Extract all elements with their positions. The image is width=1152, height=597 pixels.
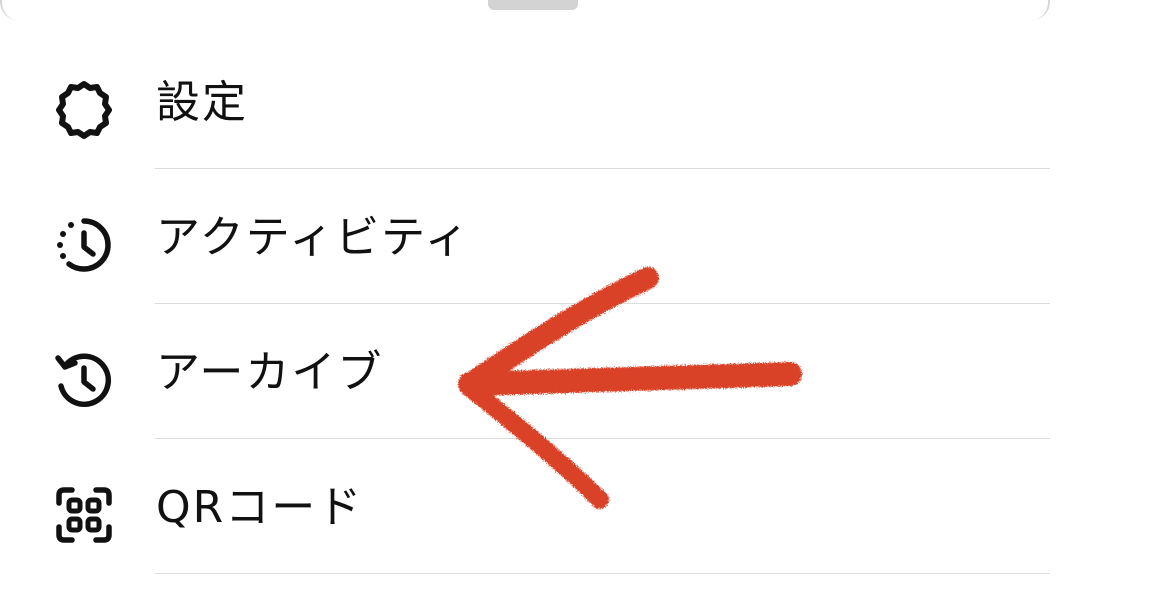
menu-item-activity[interactable]: アクティビティ [0,169,1152,304]
archive-history-icon [55,353,112,407]
bottom-sheet: 設定 アクティビティ アーカイブ QRコード [0,0,1152,597]
menu-item-settings[interactable]: 設定 [0,34,1152,169]
sheet-right-corner [1030,0,1050,20]
activity-clock-icon [57,218,111,272]
sheet-left-corner [0,0,18,20]
menu-item-label: アクティビティ [156,212,471,263]
menu-item-qr-code[interactable]: QRコード [0,439,1152,574]
gear-icon [56,81,112,139]
menu-item-archive[interactable]: アーカイブ [0,304,1152,439]
divider [155,573,1050,574]
options-menu: 設定 アクティビティ アーカイブ QRコード [0,34,1152,574]
qr-code-icon [56,487,112,543]
menu-item-label: QRコード [156,482,364,533]
sheet-grabber-handle[interactable] [488,0,578,10]
menu-item-label: 設定 [156,77,248,128]
menu-item-label: アーカイブ [156,347,384,398]
